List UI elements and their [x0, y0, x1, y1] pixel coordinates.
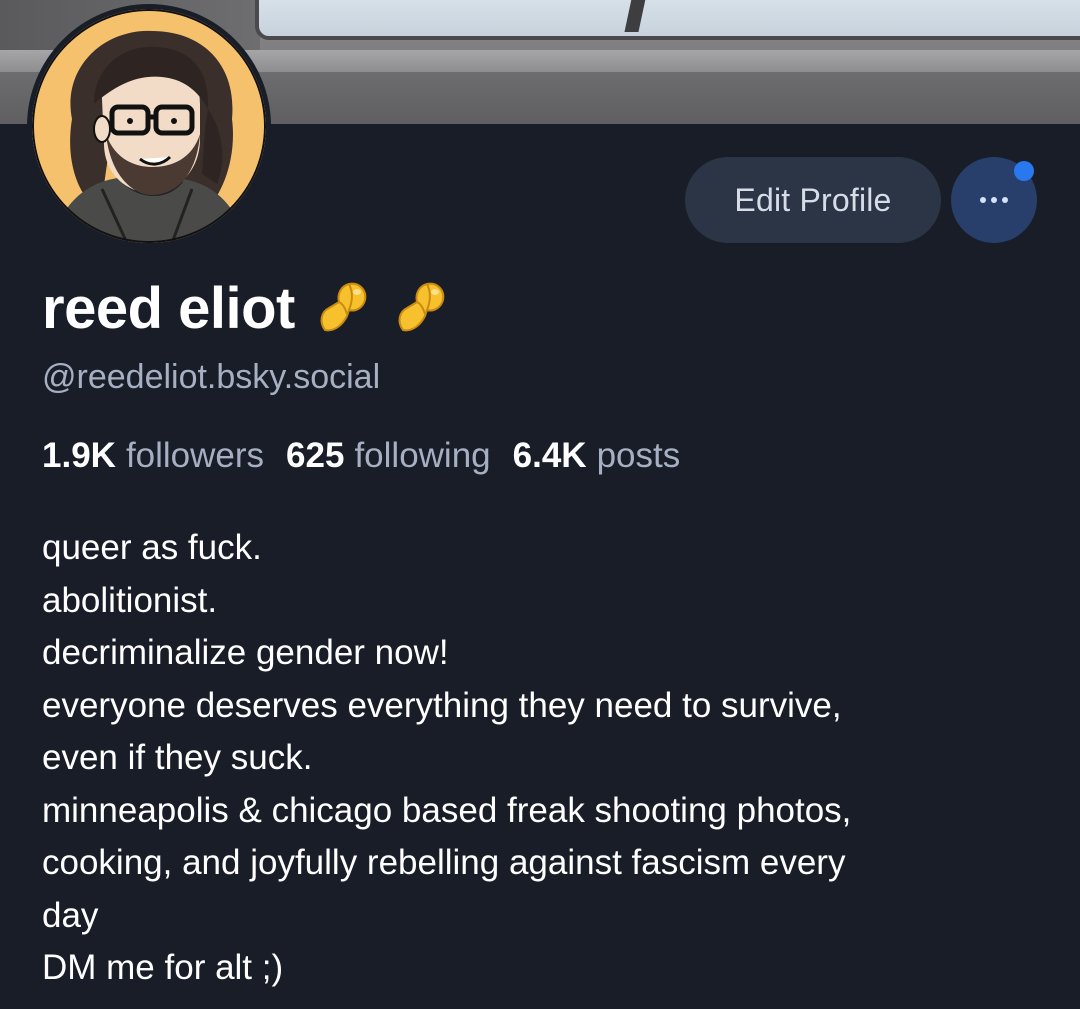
avatar[interactable] — [27, 4, 271, 248]
bio-line: minneapolis & chicago based freak shooti… — [42, 790, 852, 830]
following-count: 625 — [286, 436, 345, 475]
posts-label: posts — [596, 436, 681, 475]
bio-line: cooking, and joyfully rebelling against … — [42, 843, 846, 882]
posts-stat: 6.4K posts — [513, 436, 681, 476]
pinching-hand-emoji-icon — [320, 282, 367, 332]
display-name-row: reed eliot — [42, 272, 451, 344]
profile-stats: 1.9K followers 625 following 6.4K posts — [42, 436, 680, 476]
profile-page: Edit Profile reed eliot @reedeliot.bsky.… — [0, 0, 1080, 1009]
followers-link[interactable]: 1.9K followers — [42, 436, 264, 476]
bio-line: everyone deserves everything they need t… — [42, 685, 842, 725]
edit-profile-label: Edit Profile — [734, 181, 892, 218]
notification-dot — [1014, 161, 1034, 181]
profile-bio: queer as fuck. abolitionist. decriminali… — [42, 522, 1052, 995]
pinching-hand-emoji-icon — [398, 282, 445, 332]
profile-handle: @reedeliot.bsky.social — [42, 358, 381, 396]
followers-label: followers — [125, 436, 265, 475]
avatar-illustration — [32, 9, 266, 243]
following-label: following — [354, 436, 491, 475]
banner-window — [255, 0, 1080, 40]
posts-count: 6.4K — [512, 436, 587, 475]
bio-line: queer as fuck. — [42, 528, 262, 567]
display-name: reed eliot — [42, 275, 295, 341]
bio-line: decriminalize gender now! — [42, 633, 449, 672]
following-link[interactable]: 625 following — [286, 436, 491, 476]
followers-count: 1.9K — [42, 436, 116, 475]
bio-line: day — [42, 895, 99, 935]
edit-profile-button[interactable]: Edit Profile — [685, 157, 941, 243]
ellipsis-icon — [980, 197, 1008, 203]
bio-line: even if they suck. — [42, 738, 313, 777]
bio-line: abolitionist. — [42, 580, 218, 620]
bio-line: DM me for alt ;) — [42, 948, 284, 987]
